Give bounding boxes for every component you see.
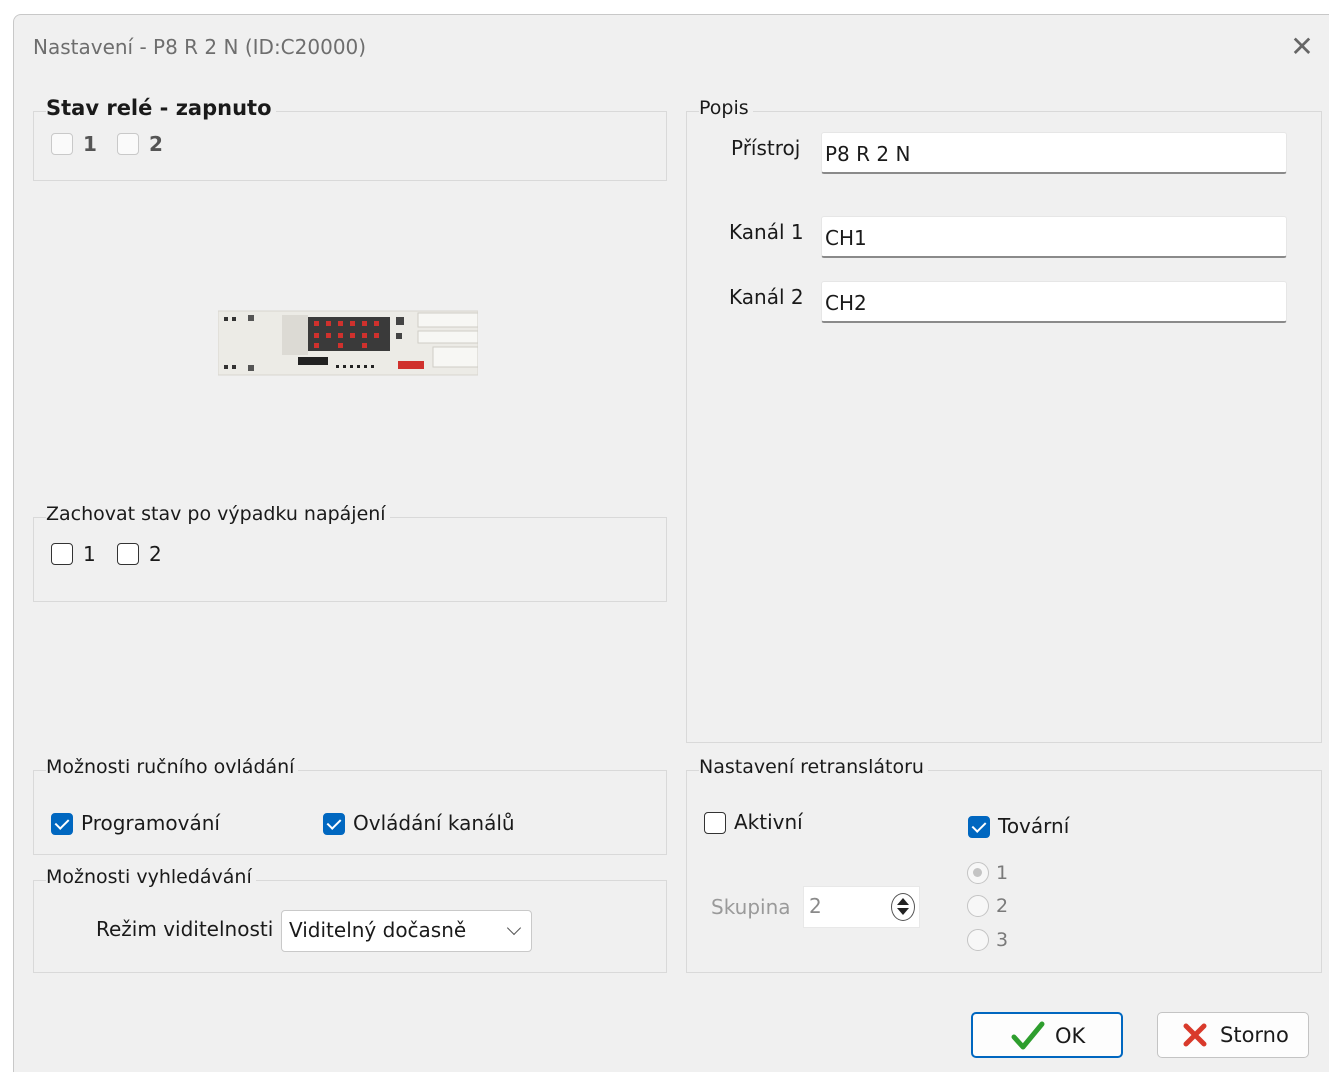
programming-checkbox[interactable] xyxy=(51,813,73,835)
repeater-factory-label: Tovární xyxy=(998,814,1070,838)
ok-button[interactable]: OK xyxy=(971,1012,1123,1058)
window-title: Nastavení - P8 R 2 N (ID:C20000) xyxy=(33,35,367,59)
repeater-factory-checkbox[interactable] xyxy=(968,816,990,838)
repeater-radio-1-label: 1 xyxy=(996,862,1009,884)
channel-control-checkbox[interactable] xyxy=(323,813,345,835)
relay-channel-1-checkbox[interactable] xyxy=(51,133,73,155)
repeater-active-label: Aktivní xyxy=(734,810,803,834)
chevron-down-icon xyxy=(506,920,522,936)
repeater-radio-1[interactable] xyxy=(967,862,989,884)
channel-2-name-input[interactable]: CH2 xyxy=(821,281,1287,323)
keep-channel-1-checkbox[interactable] xyxy=(51,543,73,565)
repeater-group-value: 2 xyxy=(809,894,822,918)
relay-channel-2-checkbox[interactable] xyxy=(117,133,139,155)
manual-control-group: Možnosti ručního ovládání Programování O… xyxy=(33,756,667,855)
keep-channel-2-checkbox[interactable] xyxy=(117,543,139,565)
ok-button-label: OK xyxy=(1055,1024,1086,1048)
keep-channel-1-label: 1 xyxy=(83,542,96,566)
search-options-group: Možnosti vyhledávání Režim viditelnosti … xyxy=(33,866,667,973)
repeater-radio-2[interactable] xyxy=(967,895,989,917)
repeater-group-label: Skupina xyxy=(711,895,791,919)
relay-state-legend: Stav relé - zapnuto xyxy=(46,96,276,120)
keep-state-legend: Zachovat stav po výpadku napájení xyxy=(46,503,390,525)
relay-channel-2-label: 2 xyxy=(149,132,163,156)
channel-1-name-label: Kanál 1 xyxy=(729,220,804,244)
channel-2-name-label: Kanál 2 xyxy=(729,285,804,309)
device-name-label: Přístroj xyxy=(731,136,801,160)
repeater-group-spinner[interactable]: 2 xyxy=(803,886,920,928)
channel-control-label: Ovládání kanálů xyxy=(353,811,515,835)
repeater-radio-3[interactable] xyxy=(967,929,989,951)
title-bar: Nastavení - P8 R 2 N (ID:C20000) ✕ xyxy=(14,15,1329,79)
cancel-button[interactable]: Storno xyxy=(1157,1012,1309,1058)
visibility-mode-value: Viditelný dočasně xyxy=(289,918,467,942)
manual-control-legend: Možnosti ručního ovládání xyxy=(46,756,299,778)
checkmark-icon xyxy=(1011,1021,1045,1050)
device-image xyxy=(217,307,479,379)
visibility-mode-select[interactable]: Viditelný dočasně xyxy=(281,910,532,952)
description-group: Popis Přístroj P8 R 2 N Kanál 1 CH1 Kaná… xyxy=(686,97,1322,743)
settings-dialog: Nastavení - P8 R 2 N (ID:C20000) ✕ Stav … xyxy=(13,14,1329,1072)
repeater-radio-2-label: 2 xyxy=(996,895,1009,917)
repeater-active-checkbox[interactable] xyxy=(704,812,726,834)
spin-arrows-icon[interactable] xyxy=(891,893,915,921)
cancel-button-label: Storno xyxy=(1220,1023,1289,1047)
description-legend: Popis xyxy=(699,97,753,119)
repeater-radio-3-label: 3 xyxy=(996,929,1009,951)
relay-channel-1-label: 1 xyxy=(83,132,97,156)
visibility-mode-label: Režim viditelnosti xyxy=(96,917,274,941)
cross-icon xyxy=(1183,1023,1207,1047)
repeater-group: Nastavení retranslátoru Aktivní Tovární … xyxy=(686,756,1322,973)
keep-state-group: Zachovat stav po výpadku napájení 1 2 xyxy=(33,503,667,602)
keep-channel-2-label: 2 xyxy=(149,542,162,566)
device-name-input[interactable]: P8 R 2 N xyxy=(821,132,1287,174)
repeater-legend: Nastavení retranslátoru xyxy=(699,756,928,778)
programming-label: Programování xyxy=(81,811,220,835)
close-icon[interactable]: ✕ xyxy=(1284,29,1320,65)
relay-state-group: Stav relé - zapnuto 1 2 xyxy=(33,96,667,181)
search-options-legend: Možnosti vyhledávání xyxy=(46,866,256,888)
channel-1-name-input[interactable]: CH1 xyxy=(821,216,1287,258)
